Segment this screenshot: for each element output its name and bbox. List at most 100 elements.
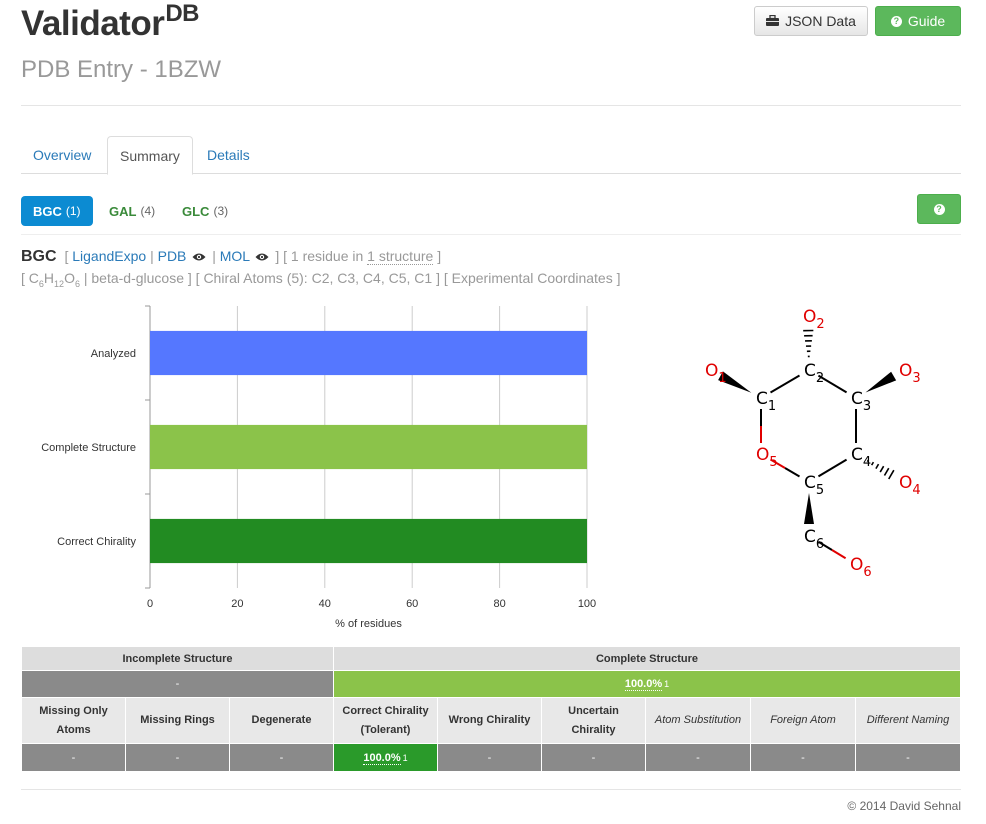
atom-label: O2	[803, 307, 825, 332]
stats-values-row: - - - 100.0% 1 - - - - -	[21, 743, 961, 772]
page-subtitle: PDB Entry - 1BZW	[21, 56, 222, 83]
eye-icon[interactable]	[255, 252, 269, 262]
atom-label: O1	[705, 361, 727, 386]
hashed-bond	[888, 469, 895, 480]
atom-index: 4	[912, 483, 920, 498]
guide-label: Guide	[907, 13, 946, 29]
pdb-link[interactable]: PDB	[158, 248, 187, 264]
pill-glc[interactable]: GLC (3)	[170, 196, 240, 226]
col-missing-only-atoms: Missing Only Atoms	[21, 697, 126, 744]
atom-label: C2	[804, 361, 824, 386]
col-different-naming: Different Naming	[855, 697, 961, 744]
json-data-button[interactable]: JSON Data	[754, 6, 868, 36]
stats-group-row: Incomplete Structure Complete Structure	[21, 646, 961, 671]
mol-link[interactable]: MOL	[220, 248, 250, 264]
complete-structure-header: Complete Structure	[333, 646, 961, 671]
bar-correct-chirality[interactable]	[150, 518, 587, 564]
atom-element: O	[850, 555, 863, 575]
complete-summary-percent[interactable]: 100.0%	[624, 678, 663, 691]
col-degenerate: Degenerate	[229, 697, 334, 744]
brand-superscript: DB	[165, 0, 199, 27]
stats-summary-row: - 100.0% 1	[21, 670, 961, 698]
help-button[interactable]: ?	[917, 194, 961, 224]
tab-details[interactable]: Details	[195, 136, 262, 174]
wedge-bond	[865, 371, 897, 393]
formula-h-count: 12	[54, 278, 65, 289]
atom-element: C	[804, 473, 816, 493]
residue-pills: BGC (1) GAL (4) GLC (3) ?	[21, 194, 961, 235]
atom-label: C6	[804, 527, 824, 552]
residue-bar-chart: Analyzed Complete Structure Correct Chiral…	[41, 305, 596, 630]
x-tick-label: 60	[406, 598, 418, 610]
col-label: Atoms	[56, 723, 91, 736]
atom-index: 2	[816, 317, 824, 332]
col-wrong-chirality: Wrong Chirality	[437, 697, 542, 744]
bar-complete-structure[interactable]	[150, 424, 587, 470]
value-atom-substitution: -	[645, 743, 751, 772]
atom-index: 6	[816, 537, 824, 552]
tab-overview[interactable]: Overview	[21, 136, 103, 174]
page-footer: © 2014 David Sehnal	[21, 789, 961, 813]
atom-index: 4	[863, 455, 871, 470]
guide-button[interactable]: ? Guide	[875, 6, 961, 36]
incomplete-structure-header: Incomplete Structure	[21, 646, 334, 671]
value-different-naming: -	[855, 743, 961, 772]
col-missing-rings: Missing Rings	[125, 697, 230, 744]
atom-index: 1	[768, 399, 776, 414]
atom-element: O	[756, 445, 769, 465]
bar-analyzed[interactable]	[150, 330, 587, 376]
category-label: Correct Chirality	[57, 536, 136, 548]
pill-gal-count: (4)	[140, 204, 156, 218]
complete-summary-cell[interactable]: 100.0% 1	[333, 670, 961, 698]
incomplete-summary-cell: -	[21, 670, 334, 698]
ligandexpo-link[interactable]: LigandExpo	[72, 248, 146, 264]
atom-element: O	[899, 361, 912, 381]
molecule-structure-diagram: O1C1C2O2C3O3C4O4C5O5C6O6	[705, 307, 921, 580]
chemical-formula: C6H12O6	[29, 270, 80, 289]
brand-title: ValidatorDB	[21, 2, 199, 44]
x-tick-label: 40	[319, 598, 331, 610]
atom-index: 3	[912, 371, 920, 386]
atom-index: 1	[718, 371, 726, 386]
validation-stats-table: Incomplete Structure Complete Structure …	[21, 646, 961, 772]
wedge-bond	[804, 493, 814, 524]
x-tick-label: 0	[147, 598, 153, 610]
residue-info-line: [ C6H12O6 | beta-d-glucose ] [ Chiral At…	[21, 270, 621, 289]
structures-link[interactable]: 1 structure	[367, 248, 434, 265]
question-icon: ?	[933, 203, 945, 215]
atom-label: C5	[804, 473, 824, 498]
correct-chirality-count: 1	[402, 752, 408, 763]
bond	[817, 458, 848, 478]
category-label: Complete Structure	[41, 442, 136, 454]
x-axis-label: % of residues	[335, 618, 402, 630]
pill-glc-name: GLC	[182, 203, 210, 219]
eye-icon[interactable]	[192, 252, 206, 262]
category-label: Analyzed	[91, 348, 136, 360]
value-wrong-chirality: -	[437, 743, 542, 772]
brand-name: Validator	[21, 4, 165, 43]
question-icon: ?	[890, 15, 902, 27]
x-tick-label: 100	[578, 598, 596, 610]
atom-index: 2	[816, 371, 824, 386]
atom-label: O4	[899, 473, 921, 498]
atom-index: 5	[769, 455, 777, 470]
tab-summary[interactable]: Summary	[107, 136, 193, 175]
atom-element: O	[705, 361, 718, 381]
value-foreign-atom: -	[750, 743, 856, 772]
value-correct-chirality[interactable]: 100.0% 1	[333, 743, 438, 772]
value-missing-only-atoms: -	[21, 743, 126, 772]
atom-element: C	[804, 361, 816, 381]
bond	[784, 467, 801, 478]
correct-chirality-percent[interactable]: 100.0%	[363, 751, 401, 765]
bond	[831, 549, 847, 560]
col-atom-substitution: Atom Substitution	[645, 697, 751, 744]
bond	[769, 374, 801, 394]
col-correct-chirality: Correct Chirality (Tolerant)	[333, 697, 438, 744]
col-label: Correct Chirality	[342, 704, 429, 717]
pill-gal[interactable]: GAL (4)	[97, 196, 167, 226]
value-uncertain-chirality: -	[541, 743, 646, 772]
atom-label: C3	[851, 389, 871, 414]
atom-label: C4	[851, 445, 871, 470]
stats-header-row: Missing Only Atoms Missing Rings Degenera…	[21, 697, 961, 744]
pill-bgc[interactable]: BGC (1)	[21, 196, 93, 226]
